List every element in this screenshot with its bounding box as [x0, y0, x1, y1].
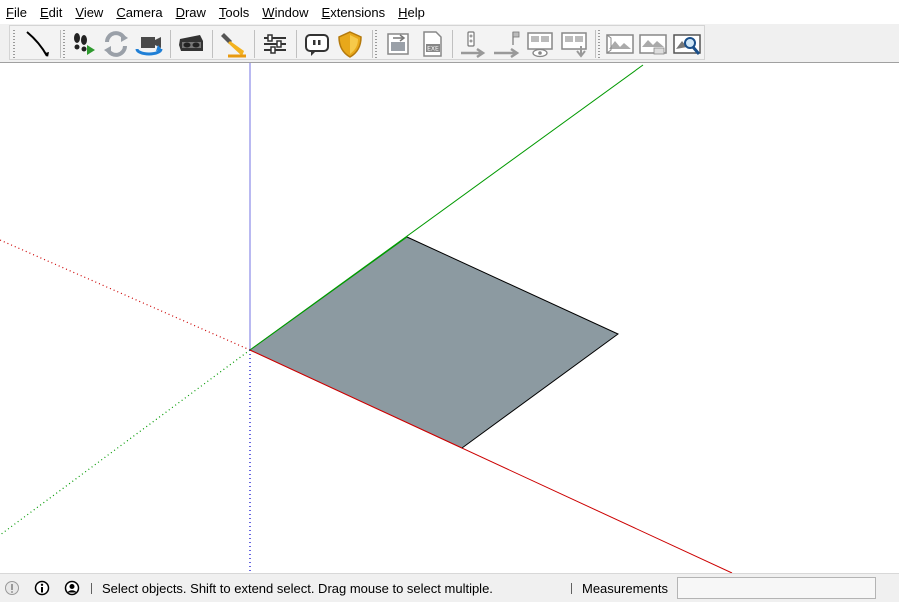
menu-draw[interactable]: Draw	[170, 0, 213, 24]
camera-button[interactable]	[133, 29, 165, 59]
traffic-light-icon	[461, 31, 486, 59]
toolbar-grip[interactable]	[13, 30, 15, 58]
panorama-magnifier-icon	[673, 34, 701, 55]
chat-button[interactable]	[301, 29, 333, 59]
status-bar: Select objects. Shift to extend select. …	[0, 573, 899, 602]
panorama-grid-icon	[639, 34, 667, 55]
flag-path-icon	[494, 31, 520, 59]
vr-button[interactable]	[175, 29, 207, 59]
footprints-icon	[74, 33, 95, 55]
menu-help[interactable]: Help	[392, 0, 432, 24]
credits-info-icon[interactable]	[34, 580, 50, 596]
chat-bubble-icon	[305, 34, 329, 56]
measurements-input[interactable]	[677, 577, 876, 599]
status-separator	[91, 583, 92, 594]
toolbar: EXE	[0, 24, 899, 63]
select-tool-button[interactable]	[22, 29, 54, 59]
status-separator	[571, 583, 572, 594]
toolbar-separator	[212, 30, 213, 58]
toolbar-separator	[452, 30, 453, 58]
user-account-icon[interactable]	[64, 580, 80, 596]
panorama-icon	[606, 34, 634, 54]
menu-tools[interactable]: Tools	[213, 0, 256, 24]
toolbar-separator	[372, 30, 373, 58]
drawing-viewport[interactable]	[0, 63, 899, 573]
toolbar-separator	[595, 30, 596, 58]
toolbar-separator	[170, 30, 171, 58]
menu-window[interactable]: Window	[256, 0, 315, 24]
toolbar-separator	[254, 30, 255, 58]
toolbar-grip[interactable]	[63, 30, 65, 58]
flashlight-icon	[221, 33, 246, 58]
shield-button[interactable]	[334, 29, 366, 59]
shield-icon	[338, 31, 362, 58]
export-image-button[interactable]	[382, 29, 414, 59]
panorama-b-button[interactable]	[637, 29, 669, 59]
measurements-label: Measurements	[582, 581, 668, 596]
scene-eye-icon	[527, 32, 553, 58]
export-exe-button[interactable]: EXE	[416, 29, 448, 59]
walk-button[interactable]	[67, 29, 99, 59]
toolbar-separator	[296, 30, 297, 58]
menu-view[interactable]: View	[69, 0, 110, 24]
toolbar-grip[interactable]	[598, 30, 600, 58]
menu-bar: File Edit View Camera Draw Tools Window …	[0, 0, 899, 24]
rectangle-face[interactable]	[250, 237, 618, 448]
scene-download-button[interactable]	[558, 29, 590, 59]
vr-headset-icon	[179, 35, 203, 51]
video-camera-icon	[135, 37, 163, 56]
settings-button[interactable]	[259, 29, 291, 59]
toolbar-grip[interactable]	[375, 30, 377, 58]
menu-camera[interactable]: Camera	[110, 0, 169, 24]
flag-path-button[interactable]	[490, 29, 522, 59]
green-axis-negative	[0, 349, 251, 536]
flashlight-button[interactable]	[217, 29, 249, 59]
menu-extensions[interactable]: Extensions	[316, 0, 393, 24]
orbit-icon	[104, 31, 128, 57]
status-message: Select objects. Shift to extend select. …	[102, 581, 493, 596]
exe-file-icon: EXE	[423, 31, 442, 57]
orbit-button[interactable]	[100, 29, 132, 59]
sliders-icon	[264, 34, 286, 54]
toolbar-strip: EXE	[9, 25, 705, 60]
red-axis-negative	[0, 239, 251, 351]
toolbar-separator	[60, 30, 61, 58]
menu-edit[interactable]: Edit	[34, 0, 69, 24]
export-image-icon	[387, 33, 409, 55]
scene-preview-button[interactable]	[524, 29, 556, 59]
menu-file[interactable]: File	[0, 0, 34, 24]
svg-text:EXE: EXE	[427, 46, 439, 53]
scene-download-icon	[561, 32, 587, 58]
panorama-a-button[interactable]	[604, 29, 636, 59]
select-arrow-icon	[26, 31, 49, 57]
geo-location-icon[interactable]	[4, 580, 20, 596]
panorama-search-button[interactable]	[671, 29, 703, 59]
traffic-path-button[interactable]	[456, 29, 488, 59]
model-canvas	[0, 63, 733, 573]
